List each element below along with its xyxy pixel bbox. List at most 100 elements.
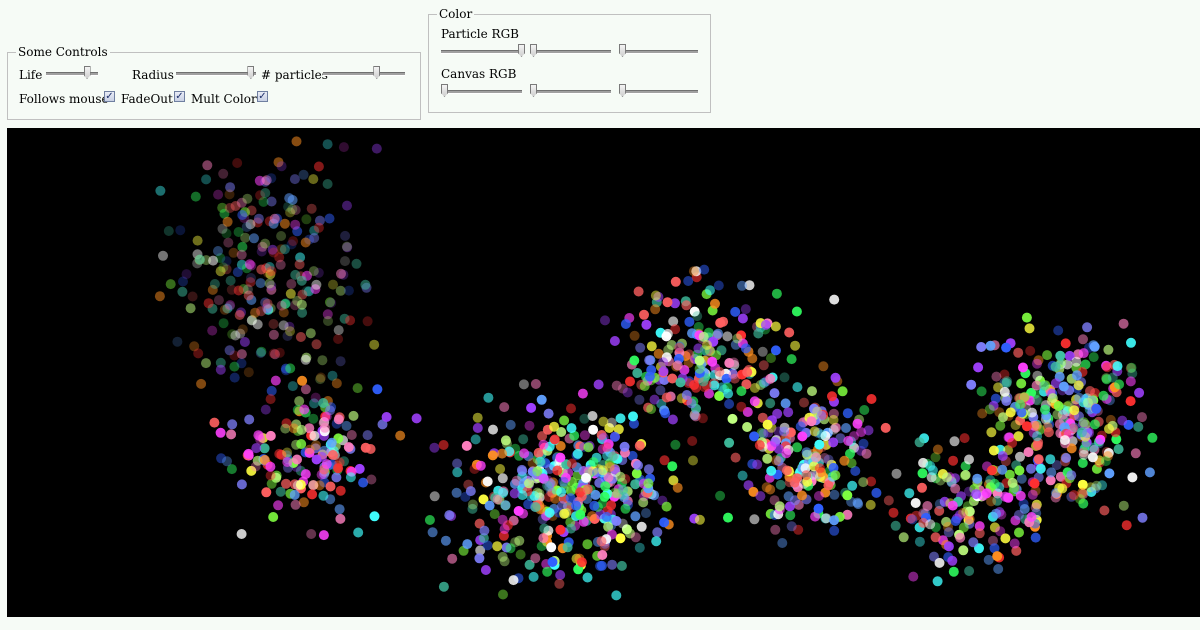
slider-thumb[interactable] bbox=[247, 66, 255, 79]
life-slider[interactable] bbox=[46, 66, 98, 80]
particle bbox=[1058, 381, 1069, 392]
particle bbox=[475, 460, 486, 471]
particle bbox=[530, 379, 541, 389]
particle bbox=[305, 328, 316, 339]
particle bbox=[323, 316, 333, 326]
particle bbox=[395, 430, 406, 441]
particle bbox=[547, 557, 558, 567]
particle bbox=[495, 464, 506, 474]
particle bbox=[256, 264, 267, 275]
particle bbox=[538, 439, 549, 450]
particle bbox=[644, 371, 655, 382]
particle bbox=[165, 279, 176, 290]
slider-thumb[interactable] bbox=[83, 66, 91, 79]
particle bbox=[779, 372, 790, 383]
particle bbox=[369, 339, 380, 350]
canvas-r-slider[interactable] bbox=[441, 84, 522, 98]
particle bbox=[976, 342, 987, 352]
particle bbox=[1032, 358, 1042, 369]
particle bbox=[973, 362, 984, 373]
particle bbox=[958, 522, 969, 533]
particle bbox=[1112, 361, 1123, 372]
particle bbox=[526, 470, 537, 481]
particle bbox=[652, 527, 663, 538]
particle bbox=[371, 143, 382, 154]
particle bbox=[335, 485, 346, 496]
particle bbox=[737, 280, 747, 291]
particle bbox=[810, 452, 821, 463]
particles-slider[interactable] bbox=[323, 66, 405, 80]
particle bbox=[335, 356, 346, 367]
particle bbox=[262, 298, 273, 309]
particle bbox=[552, 465, 563, 476]
particle bbox=[724, 437, 735, 448]
particle bbox=[308, 174, 319, 185]
particle bbox=[707, 356, 718, 367]
particle-r-slider[interactable] bbox=[441, 44, 525, 58]
particle bbox=[697, 413, 708, 424]
particle bbox=[1050, 361, 1061, 372]
particle-b-slider[interactable] bbox=[619, 44, 698, 58]
particle bbox=[505, 543, 516, 554]
particle bbox=[253, 213, 264, 224]
slider-thumb[interactable] bbox=[373, 66, 381, 79]
particle bbox=[224, 345, 235, 356]
particles-layer bbox=[154, 136, 1158, 601]
mult-color-checkbox[interactable]: ✓ bbox=[257, 91, 268, 102]
particle bbox=[792, 442, 803, 453]
particle bbox=[1018, 362, 1028, 373]
particle bbox=[292, 454, 302, 465]
particle bbox=[236, 249, 247, 260]
canvas-g-slider[interactable] bbox=[530, 84, 611, 98]
particle bbox=[1137, 412, 1147, 423]
particle bbox=[1137, 512, 1148, 523]
particle bbox=[340, 230, 351, 241]
particle bbox=[340, 256, 350, 267]
particle bbox=[215, 364, 226, 375]
follows-mouse-checkbox[interactable]: ✓ bbox=[104, 91, 115, 102]
particle bbox=[705, 285, 715, 296]
particle bbox=[537, 514, 548, 525]
particle bbox=[1130, 448, 1141, 459]
particle bbox=[268, 348, 279, 359]
particle bbox=[765, 373, 776, 384]
particle bbox=[1009, 538, 1020, 549]
particle bbox=[287, 204, 298, 215]
particle bbox=[336, 268, 346, 279]
particle bbox=[172, 336, 183, 347]
particle bbox=[1068, 490, 1079, 501]
particle bbox=[424, 515, 435, 525]
particle bbox=[452, 467, 463, 478]
particle bbox=[285, 326, 295, 337]
slider-track bbox=[323, 72, 405, 76]
particle bbox=[343, 442, 354, 453]
particle-g-slider[interactable] bbox=[530, 44, 611, 58]
particle bbox=[1000, 491, 1011, 502]
particle bbox=[917, 468, 928, 479]
particle bbox=[797, 431, 808, 442]
particle bbox=[986, 465, 997, 476]
particle bbox=[562, 542, 573, 553]
particle bbox=[791, 306, 802, 317]
particle bbox=[1040, 404, 1050, 415]
particle bbox=[995, 420, 1006, 431]
particle-canvas[interactable] bbox=[7, 128, 1200, 617]
particle bbox=[554, 578, 565, 589]
particle bbox=[301, 286, 312, 297]
fadeout-checkbox[interactable]: ✓ bbox=[174, 91, 185, 102]
particle bbox=[609, 487, 620, 498]
particle bbox=[280, 423, 291, 434]
particle bbox=[634, 542, 645, 553]
particle bbox=[289, 489, 300, 500]
particle bbox=[438, 581, 449, 592]
particle bbox=[1083, 397, 1093, 408]
particle bbox=[971, 489, 982, 500]
particle bbox=[662, 328, 673, 339]
particle bbox=[322, 139, 333, 150]
canvas-b-slider[interactable] bbox=[619, 84, 698, 98]
particle bbox=[195, 254, 205, 265]
radius-slider[interactable] bbox=[176, 66, 256, 80]
particle bbox=[762, 453, 773, 464]
particle bbox=[753, 328, 764, 339]
particle bbox=[752, 459, 763, 470]
